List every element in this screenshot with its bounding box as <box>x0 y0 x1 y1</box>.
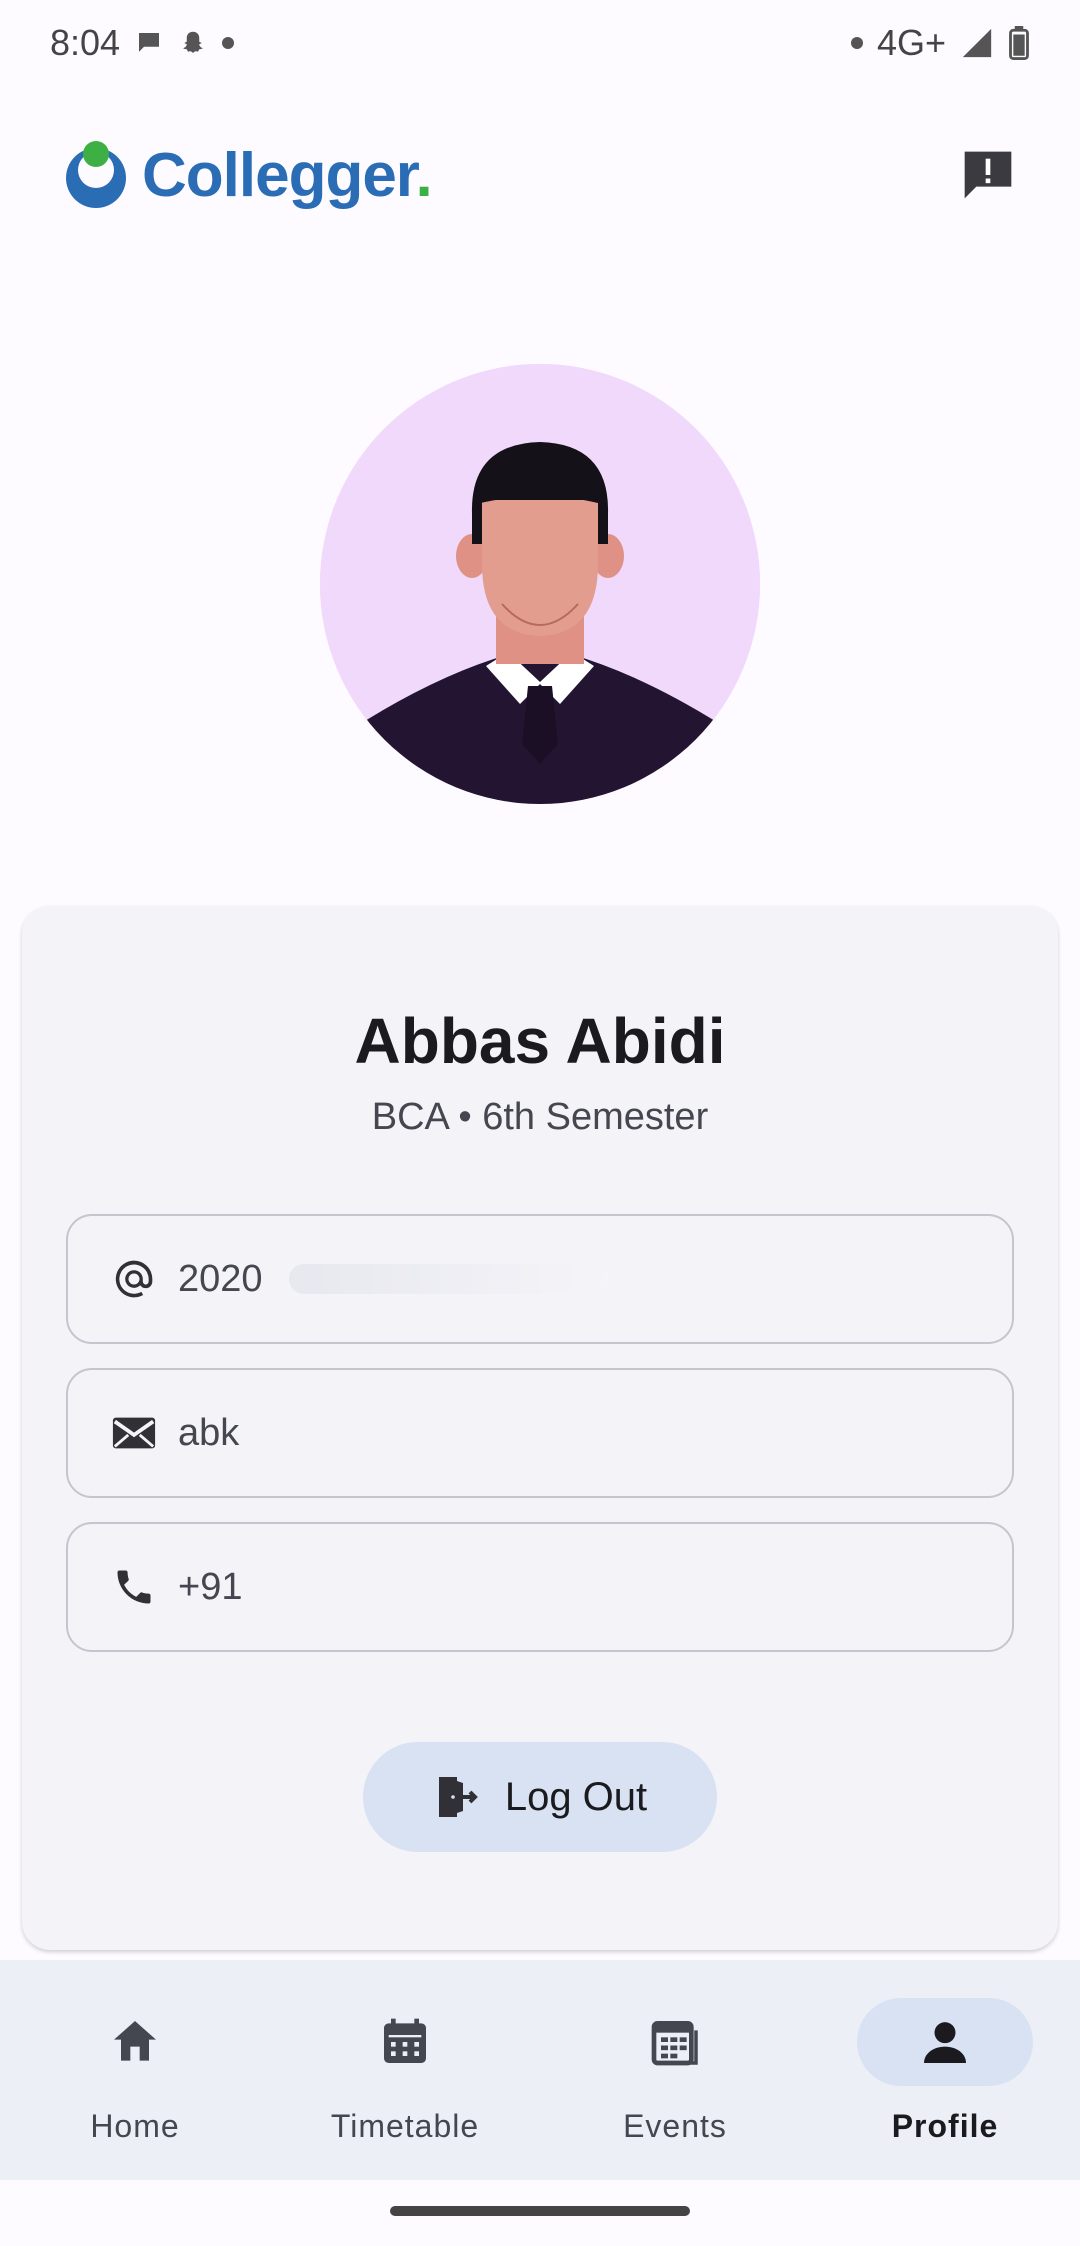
chat-bubble-icon <box>134 28 164 58</box>
logout-icon <box>438 1777 478 1817</box>
redacted-text <box>288 1264 609 1294</box>
phone-value: +91 <box>178 1565 243 1608</box>
clock: 8:04 <box>50 22 121 63</box>
phone-field[interactable]: +91 <box>66 1522 1014 1652</box>
enrollment-value: 2020 <box>178 1257 263 1300</box>
nav-events-label: Events <box>623 2108 727 2144</box>
home-icon <box>114 2021 156 2061</box>
email-field[interactable]: abk <box>66 1368 1014 1498</box>
nav-timetable[interactable]: Timetable <box>270 1960 540 2180</box>
snapchat-icon <box>178 28 208 58</box>
avatar <box>320 364 760 804</box>
nav-profile-pill <box>857 1998 1033 2086</box>
nav-profile[interactable]: Profile <box>810 1960 1080 2180</box>
battery-icon <box>1008 26 1030 60</box>
enrollment-field[interactable]: 2020 <box>66 1214 1014 1344</box>
status-left: 8:04 <box>50 22 235 64</box>
profile-card: Abbas Abidi BCA • 6th Semester 2020 abk … <box>22 906 1058 1950</box>
events-icon <box>651 2021 698 2066</box>
home-indicator[interactable] <box>390 2206 690 2216</box>
profile-screen: 8:04 4G+ Collegger. Abbas Abidi BCA • 6t… <box>0 0 1080 2246</box>
status-bar: 8:04 4G+ <box>0 0 1080 86</box>
bottom-navigation: Home Timetable Events Profile <box>0 1960 1080 2180</box>
logo-mark-icon <box>66 141 126 208</box>
nav-profile-label: Profile <box>891 2108 999 2144</box>
mail-icon <box>110 1409 158 1457</box>
logout-button[interactable]: Log Out <box>363 1742 717 1852</box>
dot-icon <box>850 37 863 49</box>
nav-events-pill <box>587 1998 763 2086</box>
person-icon <box>924 2022 966 2063</box>
nav-home-pill <box>47 1998 223 2086</box>
signal-icon <box>960 26 994 60</box>
nav-timetable-label: Timetable <box>330 2108 480 2144</box>
app-logo: Collegger. <box>64 140 433 211</box>
logout-label: Log Out <box>504 1774 648 1819</box>
feedback-button[interactable] <box>956 143 1020 207</box>
phone-icon <box>110 1563 158 1611</box>
nav-home-label: Home <box>90 2108 180 2144</box>
avatar-illustration <box>320 364 760 804</box>
profile-course: BCA • 6th Semester <box>371 1096 709 1138</box>
calendar-icon <box>384 2018 426 2063</box>
network-type: 4G+ <box>876 22 946 63</box>
email-value: abk <box>178 1411 240 1454</box>
profile-name: Abbas Abidi <box>354 1005 726 1077</box>
feedback-icon <box>964 151 1012 199</box>
at-icon <box>110 1255 158 1303</box>
notification-dot-icon <box>222 37 235 49</box>
nav-events[interactable]: Events <box>540 1960 810 2180</box>
nav-timetable-pill <box>317 1998 493 2086</box>
status-right: 4G+ <box>850 22 1030 64</box>
nav-home[interactable]: Home <box>0 1960 270 2180</box>
logo-text: Collegger. <box>142 140 433 210</box>
app-bar: Collegger. <box>0 120 1080 230</box>
